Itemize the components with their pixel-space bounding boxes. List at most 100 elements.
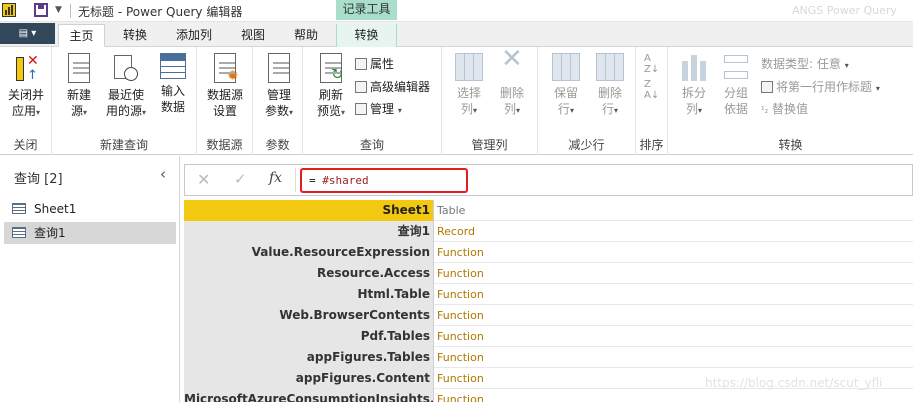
- app-name-faded: ANGS Power Query: [792, 4, 897, 17]
- row-name-cell[interactable]: MicrosoftAzureConsumptionInsights.Conten…: [184, 389, 434, 402]
- row-name-cell[interactable]: Pdf.Tables: [184, 326, 434, 347]
- table-row[interactable]: Value.ResourceExpression Function: [184, 242, 913, 263]
- formula-input[interactable]: = #shared: [300, 168, 468, 193]
- table-row[interactable]: Sheet1 Table: [184, 200, 913, 221]
- tab-add-column[interactable]: 添加列: [166, 24, 222, 47]
- row-name-cell[interactable]: Web.BrowserContents: [184, 305, 434, 326]
- remove-columns-button[interactable]: ✕ 删除 列▾: [492, 44, 532, 119]
- row-name-cell[interactable]: 查询1: [184, 221, 434, 242]
- group-params: 管理 参数▾ 参数: [253, 47, 303, 155]
- row-value-link[interactable]: Function: [434, 326, 913, 347]
- query-item-query1[interactable]: 查询1: [4, 222, 176, 244]
- ribbon-tabs: ▤ ▾ 主页 转换 添加列 视图 帮助 转换: [0, 22, 913, 47]
- remove-rows-label-1: 删除: [597, 86, 622, 100]
- keep-rows-button[interactable]: 保留 行▾: [546, 53, 586, 119]
- group-by-button[interactable]: 分组 依据: [718, 53, 754, 117]
- row-name-cell[interactable]: appFigures.Tables: [184, 347, 434, 368]
- group-label-transform: 转换: [778, 138, 803, 152]
- sort-ascending-icon[interactable]: A Z↓: [644, 53, 659, 75]
- split-column-button[interactable]: 拆分 列▾: [676, 53, 712, 119]
- remove-columns-icon: ✕: [501, 44, 523, 74]
- window-title: 无标题 - Power Query 编辑器: [78, 5, 243, 19]
- new-source-label-1: 新建: [66, 88, 91, 102]
- close-apply-icon: ✕ ↑: [14, 53, 39, 83]
- group-close: ✕ ↑ 关闭并 应用▾ 关闭: [0, 47, 52, 155]
- row-name-cell[interactable]: appFigures.Content: [184, 368, 434, 389]
- row-value-link[interactable]: Table: [434, 200, 913, 221]
- recent-sources-icon: [114, 53, 138, 83]
- table-row[interactable]: appFigures.Tables Function: [184, 347, 913, 368]
- tab-home[interactable]: 主页: [58, 24, 105, 47]
- manage-params-label-1: 管理: [266, 88, 291, 102]
- row-name-cell[interactable]: Resource.Access: [184, 263, 434, 284]
- group-label-new-query: 新建查询: [99, 138, 148, 152]
- tab-view[interactable]: 视图: [228, 24, 278, 47]
- row-value-link[interactable]: Record: [434, 221, 913, 242]
- new-source-button[interactable]: 新建 源▾: [60, 53, 98, 121]
- ds-settings-label-2: 设置: [212, 104, 237, 118]
- enter-data-button[interactable]: 输入 数据: [154, 53, 192, 115]
- commit-formula-icon[interactable]: ✓: [234, 170, 247, 188]
- row-value-link[interactable]: Function: [434, 263, 913, 284]
- table-row[interactable]: Pdf.Tables Function: [184, 326, 913, 347]
- split-label-1: 拆分: [681, 86, 706, 100]
- tab-help[interactable]: 帮助: [283, 24, 329, 47]
- queries-pane: 查询 [2] ‹ Sheet1 查询1: [0, 156, 180, 402]
- quick-access-dropdown-icon[interactable]: ▼: [55, 5, 62, 15]
- row-value-link[interactable]: Function: [434, 389, 913, 402]
- choose-columns-icon: [455, 53, 483, 81]
- table-row[interactable]: MicrosoftAzureConsumptionInsights.Conten…: [184, 389, 913, 402]
- replace-values-button[interactable]: ¹₂ 替换值: [761, 100, 808, 117]
- row-value-link[interactable]: Function: [434, 347, 913, 368]
- properties-icon: [355, 58, 367, 70]
- table-row[interactable]: 查询1 Record: [184, 221, 913, 242]
- recent-sources-button[interactable]: 最近使 用的源▾: [102, 53, 150, 121]
- advanced-editor-label: 高级编辑器: [370, 80, 431, 94]
- table-row[interactable]: Html.Table Function: [184, 284, 913, 305]
- manage-params-button[interactable]: 管理 参数▾: [257, 53, 301, 121]
- group-manage-columns: 选择 列▾ ✕ 删除 列▾ 管理列: [442, 44, 538, 155]
- cancel-formula-icon[interactable]: ✕: [197, 170, 210, 189]
- sort-descending-icon[interactable]: Z A↓: [644, 79, 659, 101]
- row-name-cell[interactable]: Html.Table: [184, 284, 434, 305]
- data-source-settings-button[interactable]: ✹ 数据源 设置: [201, 53, 249, 119]
- keep-rows-icon: [552, 53, 580, 81]
- group-reduce-rows: 保留 行▾ 删除 行▾ 减少行: [538, 47, 636, 155]
- tab-record-transform[interactable]: 转换: [336, 24, 397, 47]
- save-icon[interactable]: [34, 3, 48, 17]
- row-value-link[interactable]: Function: [434, 242, 913, 263]
- tab-transform[interactable]: 转换: [110, 24, 160, 47]
- formula-expression: #shared: [322, 174, 369, 187]
- row-name-cell[interactable]: Value.ResourceExpression: [184, 242, 434, 263]
- headers-icon: [761, 81, 773, 93]
- advanced-editor-button[interactable]: 高级编辑器: [355, 78, 430, 95]
- function-icon[interactable]: fx: [269, 170, 282, 186]
- manage-button[interactable]: 管理 ▾: [355, 100, 402, 117]
- query-item-sheet1[interactable]: Sheet1: [4, 198, 176, 220]
- refresh-preview-button[interactable]: ↻ 刷新 预览▾: [311, 53, 351, 121]
- ribbon: ✕ ↑ 关闭并 应用▾ 关闭 新建 源▾ 最近使 用的源▾ 输入 数据 新建查询…: [0, 44, 913, 155]
- group-sort: A Z↓ Z A↓ 排序: [636, 47, 668, 155]
- file-menu-button[interactable]: ▤ ▾: [0, 23, 55, 44]
- table-row[interactable]: Web.BrowserContents Function: [184, 305, 913, 326]
- collapse-chevron-icon[interactable]: ‹: [160, 165, 166, 183]
- choose-cols-label-2: 列: [460, 102, 473, 116]
- table-row[interactable]: Resource.Access Function: [184, 263, 913, 284]
- row-name-cell[interactable]: Sheet1: [184, 200, 434, 221]
- remove-rows-button[interactable]: 删除 行▾: [590, 53, 630, 119]
- row-value-link[interactable]: Function: [434, 305, 913, 326]
- row-value-link[interactable]: Function: [434, 284, 913, 305]
- group-by-label-1: 分组: [723, 86, 748, 100]
- split-column-icon: [680, 53, 708, 81]
- close-apply-button[interactable]: ✕ ↑ 关闭并 应用▾: [4, 53, 48, 121]
- query-label: Sheet1: [34, 202, 77, 216]
- data-type-dropdown[interactable]: 数据类型: 任意 ▾: [761, 55, 849, 72]
- properties-label: 属性: [370, 57, 395, 71]
- group-label-reduce-rows: 减少行: [568, 138, 605, 152]
- keep-rows-label-2: 行: [557, 102, 570, 116]
- use-first-row-headers-button[interactable]: 将第一行用作标题 ▾: [761, 78, 880, 95]
- properties-button[interactable]: 属性: [355, 55, 394, 72]
- choose-columns-button[interactable]: 选择 列▾: [450, 53, 488, 119]
- close-apply-label-1: 关闭并: [7, 88, 44, 102]
- table-icon: [12, 227, 26, 238]
